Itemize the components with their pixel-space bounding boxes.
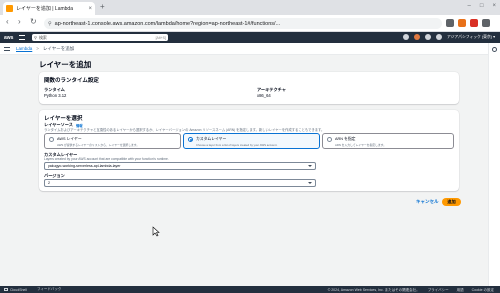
terminal-icon bbox=[4, 288, 8, 291]
breadcrumb-current: レイヤーを追加 bbox=[42, 45, 75, 51]
search-icon: ⚲ bbox=[34, 35, 37, 40]
menu-icon[interactable] bbox=[482, 19, 490, 27]
reload-button[interactable]: ↻ bbox=[30, 18, 37, 26]
add-button[interactable]: 追加 bbox=[442, 198, 461, 206]
browser-toolbar: ‹ › ↻ ⚲ ap-northeast-1.console.aws.amazo… bbox=[0, 15, 500, 32]
browser-tab-bar: レイヤーを追加 | Lambda × + – □ × bbox=[0, 0, 500, 15]
breadcrumb-lambda-link[interactable]: Lambda bbox=[16, 46, 32, 51]
option-aws-layers-label: AWS レイヤー bbox=[57, 136, 82, 141]
lambda-favicon-icon bbox=[6, 5, 13, 12]
breadcrumb-separator: > bbox=[36, 46, 39, 51]
custom-layer-value: yakugyo-working-serverless-api-lambda-la… bbox=[48, 164, 121, 168]
option-aws-layers[interactable]: AWS レイヤー AWS が提供するレイヤーのリストから、レイヤーを選択します。 bbox=[44, 133, 181, 149]
cloudshell-label: CloudShell bbox=[10, 287, 27, 292]
settings-icon[interactable] bbox=[435, 34, 442, 40]
close-window-button[interactable]: × bbox=[492, 3, 496, 9]
extension-icon-1[interactable] bbox=[446, 19, 454, 27]
terms-link[interactable]: 用語 bbox=[457, 288, 464, 293]
header-actions: アジアパシフィック (東京) ▾ bbox=[402, 34, 495, 40]
version-value: 2 bbox=[48, 181, 50, 185]
chevron-down-icon bbox=[308, 165, 312, 167]
right-sidebar bbox=[488, 43, 500, 286]
maximize-button[interactable]: □ bbox=[480, 3, 484, 9]
custom-layer-description: Layers created by your AWS account that … bbox=[44, 157, 169, 161]
notifications-icon[interactable] bbox=[413, 34, 420, 40]
option-specify-arn-desc: ARN を入力してレイヤーを指定します。 bbox=[335, 142, 386, 147]
chevron-down-icon bbox=[308, 182, 312, 184]
option-specify-arn[interactable]: ARN を指定 ARN を入力してレイヤーを指定します。 bbox=[322, 133, 454, 149]
page-title: レイヤーを追加 bbox=[39, 60, 92, 69]
copyright-text: © 2024, Amazon Web Services, Inc. またはその関… bbox=[327, 287, 420, 292]
breadcrumb: Lambda > レイヤーを追加 bbox=[0, 43, 500, 55]
console-footer: CloudShell フィードバック © 2024, Amazon Web Se… bbox=[0, 286, 500, 293]
tab-title: レイヤーを追加 | Lambda bbox=[16, 6, 73, 12]
radio-specify-arn[interactable] bbox=[327, 137, 332, 142]
nav-menu-icon[interactable] bbox=[4, 46, 10, 51]
runtime-settings-card bbox=[39, 72, 459, 104]
mouse-cursor-icon bbox=[152, 226, 160, 237]
forward-button[interactable]: › bbox=[18, 18, 21, 26]
cookie-settings-link[interactable]: Cookie の設定 bbox=[472, 288, 494, 293]
architecture-value: x86_64 bbox=[257, 93, 271, 98]
browser-tab[interactable]: レイヤーを追加 | Lambda × bbox=[3, 2, 95, 15]
layer-card-title: レイヤーを選択 bbox=[44, 116, 83, 122]
option-aws-layers-desc: AWS が提供するレイヤーのリストから、レイヤーを選択します。 bbox=[57, 142, 140, 147]
url-text: ap-northeast-1.console.aws.amazon.com/la… bbox=[54, 20, 281, 27]
address-bar[interactable]: ⚲ ap-northeast-1.console.aws.amazon.com/… bbox=[44, 18, 442, 29]
cloudshell-link[interactable]: CloudShell bbox=[4, 288, 27, 292]
region-selector[interactable]: アジアパシフィック (東京) ▾ bbox=[447, 34, 495, 40]
search-shortcut: [Alt+S] bbox=[155, 35, 166, 40]
runtime-card-title: 関数のランタイム設定 bbox=[44, 78, 99, 84]
search-input[interactable]: ⚲ 検索 [Alt+S] bbox=[32, 34, 168, 41]
search-placeholder: 検索 bbox=[38, 34, 47, 40]
feedback-link[interactable]: フィードバック bbox=[37, 287, 61, 292]
site-info-icon[interactable]: ⚲ bbox=[48, 21, 52, 27]
cloudshell-icon[interactable] bbox=[402, 34, 409, 40]
option-custom-layers-desc: Choose a layer from a list of layers cre… bbox=[196, 142, 278, 147]
aws-logo[interactable]: aws bbox=[4, 35, 13, 41]
radio-custom-layers[interactable] bbox=[188, 137, 193, 142]
info-panel-icon[interactable] bbox=[492, 47, 497, 52]
extension-icon-2[interactable] bbox=[458, 19, 466, 27]
help-icon[interactable] bbox=[424, 34, 431, 40]
version-select[interactable]: 2 bbox=[44, 179, 316, 187]
window-controls: – □ × bbox=[468, 3, 496, 9]
runtime-value: Python 3.12 bbox=[44, 93, 67, 98]
radio-aws-layers[interactable] bbox=[49, 137, 54, 142]
cancel-button[interactable]: キャンセル bbox=[416, 199, 439, 205]
option-custom-layers[interactable]: カスタムレイヤー Choose a layer from a list of l… bbox=[183, 133, 320, 149]
footer-links: © 2024, Amazon Web Services, Inc. またはその関… bbox=[328, 288, 494, 293]
layer-source-description: ランタイムおよびアーキテクチャと互換性のあるレイヤーから選択するか、レイヤーバー… bbox=[44, 128, 325, 132]
minimize-button[interactable]: – bbox=[468, 3, 471, 9]
back-button[interactable]: ‹ bbox=[6, 18, 9, 26]
tab-close-icon[interactable]: × bbox=[88, 6, 92, 12]
profile-avatar-icon[interactable] bbox=[470, 19, 478, 27]
aws-header: aws ⚲ 検索 [Alt+S] アジアパシフィック (東京) ▾ bbox=[0, 32, 500, 43]
services-menu-icon[interactable] bbox=[19, 35, 26, 40]
option-custom-layers-label: カスタムレイヤー bbox=[196, 136, 227, 141]
new-tab-button[interactable]: + bbox=[100, 3, 105, 11]
custom-layer-select[interactable]: yakugyo-working-serverless-api-lambda-la… bbox=[44, 162, 316, 170]
option-specify-arn-label: ARN を指定 bbox=[335, 136, 356, 141]
privacy-link[interactable]: プライバシー bbox=[428, 288, 449, 293]
